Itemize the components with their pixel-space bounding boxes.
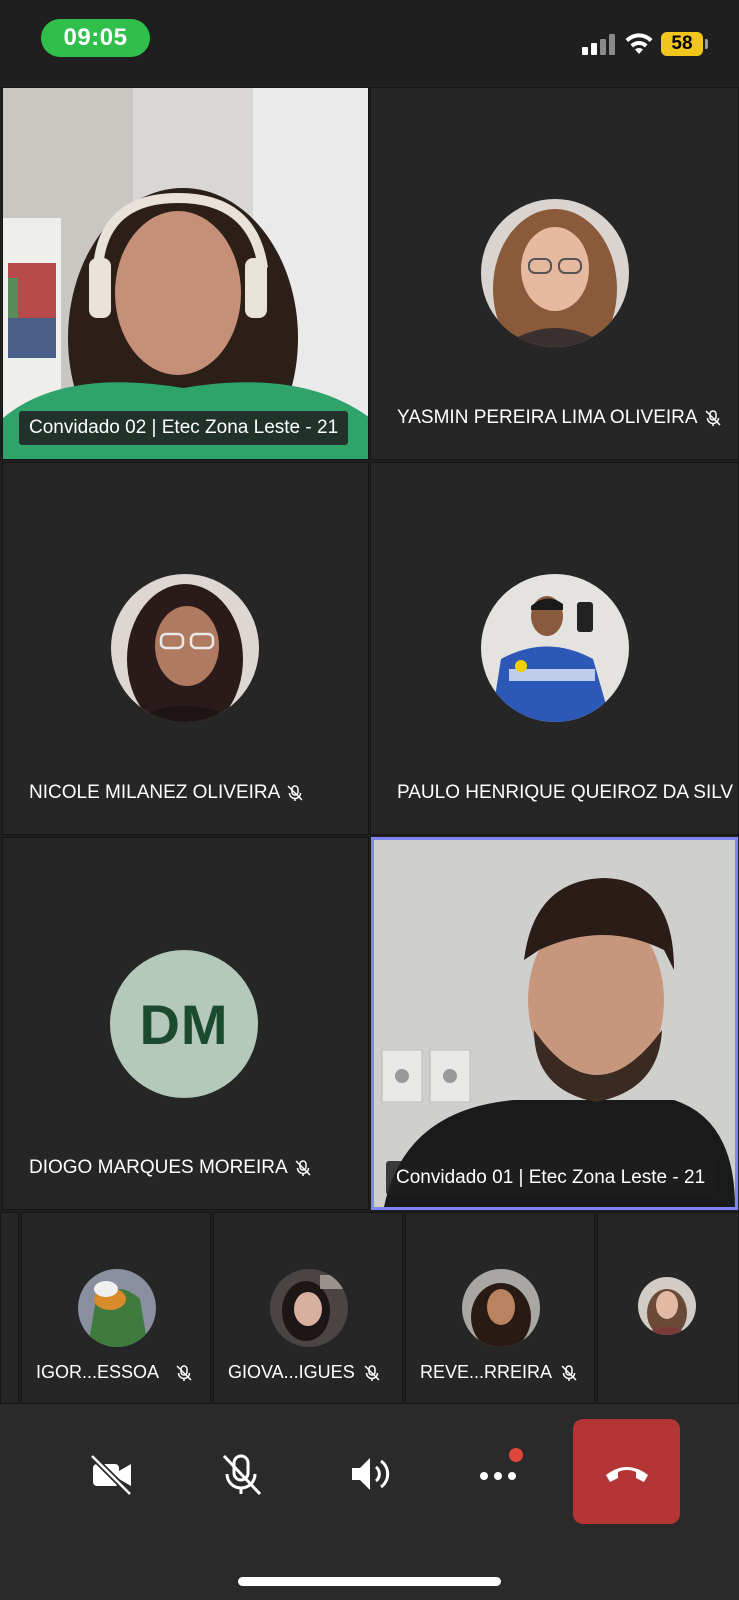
- participant-strip-tile-partial[interactable]: [0, 1212, 19, 1404]
- participant-tile-avatar[interactable]: PAULO HENRIQUE QUEIROZ DA SILV: [370, 462, 739, 835]
- hang-up-icon: [605, 1466, 648, 1482]
- mic-off-icon: [222, 1454, 262, 1496]
- participant-tile-video-active[interactable]: Convidado 01 | Etec Zona Leste - 21: [371, 837, 738, 1210]
- participant-name: REVE...RREIRA: [420, 1362, 553, 1382]
- wifi-icon: [625, 33, 653, 54]
- avatar: [481, 199, 629, 347]
- mic-off-icon: [364, 1364, 380, 1381]
- avatar: [78, 1269, 156, 1347]
- participant-name: Convidado 02 | Etec Zona Leste - 21: [19, 411, 349, 445]
- strip-name-row: REVE...RREIRA: [420, 1362, 578, 1383]
- participant-name-row: PAULO HENRIQUE QUEIROZ DA SILV: [397, 782, 733, 804]
- participant-name-row: DIOGO MARQUES MOREIRA: [29, 1157, 312, 1179]
- camera-toggle-button[interactable]: [86, 1448, 138, 1500]
- mic-off-icon: [561, 1364, 577, 1381]
- mic-off-icon: [705, 410, 721, 426]
- participant-tile-avatar[interactable]: YASMIN PEREIRA LIMA OLIVEIRA: [370, 87, 739, 460]
- home-indicator[interactable]: [238, 1577, 501, 1586]
- battery-icon: [705, 39, 708, 49]
- participant-name-row: YASMIN PEREIRA LIMA OLIVEIRA: [397, 407, 722, 429]
- avatar: [638, 1277, 696, 1335]
- status-bar: 09:05 58: [0, 0, 739, 84]
- participant-tile-video[interactable]: Convidado 02 | Etec Zona Leste - 21: [2, 87, 369, 460]
- mic-off-icon: [295, 1160, 311, 1176]
- participant-tile-avatar[interactable]: NICOLE MILANEZ OLIVEIRA: [2, 462, 369, 835]
- camera-off-icon: [89, 1453, 133, 1497]
- participant-name: NICOLE MILANEZ OLIVEIRA: [29, 782, 281, 803]
- battery-level: 58: [661, 32, 703, 56]
- status-time: 09:05: [41, 19, 150, 57]
- participant-name: PAULO HENRIQUE QUEIROZ DA SILV: [397, 782, 734, 803]
- avatar: [462, 1269, 540, 1347]
- participant-name: YASMIN PEREIRA LIMA OLIVEIRA: [397, 407, 698, 428]
- participant-name-row: NICOLE MILANEZ OLIVEIRA: [29, 782, 304, 804]
- participant-name: IGOR...ESSOA: [36, 1362, 160, 1382]
- mic-off-icon: [287, 785, 303, 801]
- participant-video-feed: [3, 88, 368, 459]
- strip-name-row: IGOR...ESSOA: [36, 1362, 193, 1383]
- notification-dot: [509, 1448, 523, 1462]
- avatar: [481, 574, 629, 722]
- avatar-initials: DM: [110, 950, 258, 1098]
- hang-up-button[interactable]: [573, 1419, 680, 1524]
- participant-strip-tile[interactable]: [597, 1212, 739, 1404]
- participant-name: GIOVA...IGUES: [228, 1362, 355, 1382]
- strip-name-row: GIOVA...IGUES: [228, 1362, 381, 1383]
- mic-toggle-button[interactable]: [215, 1448, 267, 1500]
- speaker-icon: [352, 1458, 390, 1490]
- speaker-button[interactable]: [344, 1448, 396, 1500]
- avatar: [270, 1269, 348, 1347]
- participant-name: DIOGO MARQUES MOREIRA: [29, 1157, 288, 1178]
- mic-off-icon: [176, 1364, 192, 1381]
- participant-name: Convidado 01 | Etec Zona Leste - 21: [386, 1161, 716, 1195]
- participant-video-feed: [374, 840, 735, 1207]
- cellular-signal-icon: [582, 33, 616, 55]
- avatar: [111, 574, 259, 722]
